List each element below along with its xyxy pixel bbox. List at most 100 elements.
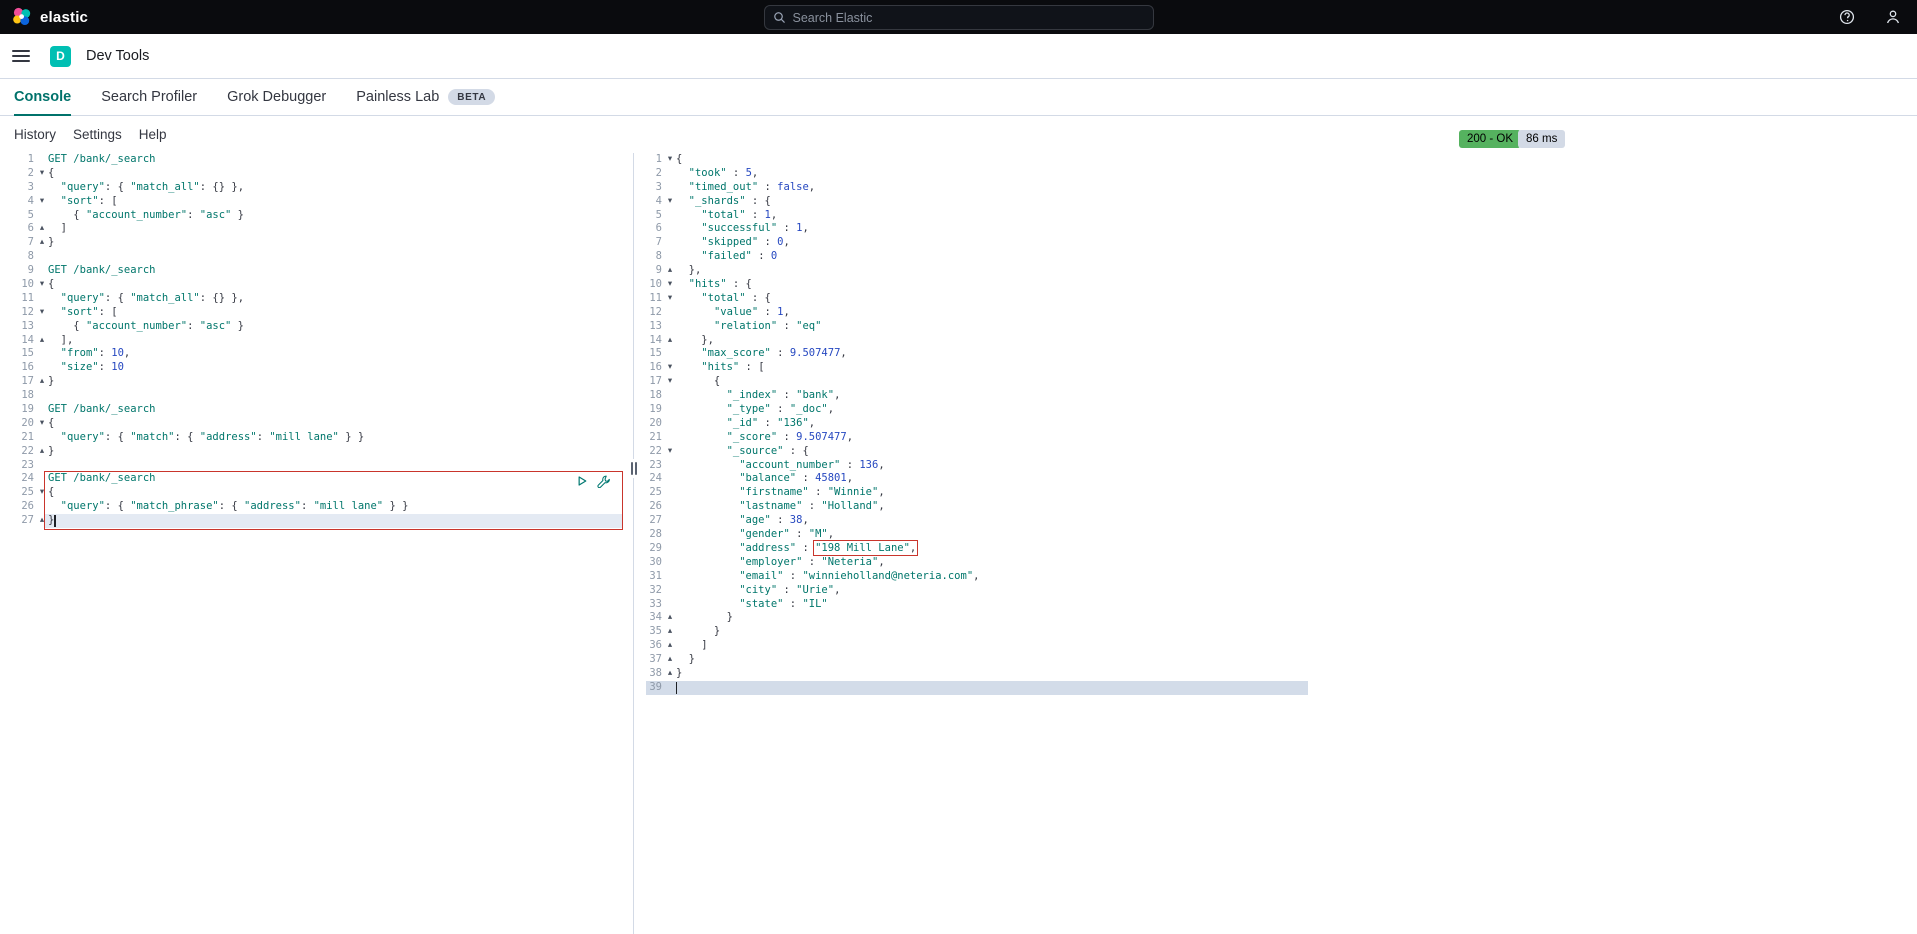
code-text[interactable]: GET /bank/_search [48,264,155,278]
code-line[interactable]: 20 "_id" : "136", [640,417,1340,431]
code-line[interactable]: 11 "query": { "match_all": {} }, [0,292,631,306]
code-line[interactable]: 5 "total" : 1, [640,209,1340,223]
code-line[interactable]: 2 "took" : 5, [640,167,1340,181]
global-search[interactable] [764,5,1154,30]
code-text[interactable]: "total" : { [676,292,771,306]
fold-open-icon[interactable]: ▾ [36,486,48,500]
code-text[interactable]: "employer" : "Neteria", [676,556,885,570]
code-line[interactable]: 25 "firstname" : "Winnie", [640,486,1340,500]
code-text[interactable]: "query": { "match": { "address": "mill l… [48,431,364,445]
code-text[interactable]: { [48,278,54,292]
code-line[interactable]: 2▾{ [0,167,631,181]
code-text[interactable]: "size": 10 [48,361,124,375]
code-line[interactable]: 3 "query": { "match_all": {} }, [0,181,631,195]
code-line[interactable]: 11▾ "total" : { [640,292,1340,306]
code-line[interactable]: 21 "_score" : 9.507477, [640,431,1340,445]
code-line[interactable]: 38▴} [640,667,1340,681]
code-line[interactable]: 12▾ "sort": [ [0,306,631,320]
code-line[interactable]: 4▾ "sort": [ [0,195,631,209]
code-line[interactable]: 17▾ { [640,375,1340,389]
code-line[interactable]: 13 "relation" : "eq" [640,320,1340,334]
code-line[interactable]: 26 "query": { "match_phrase": { "address… [0,500,631,514]
code-text[interactable]: { "account_number": "asc" } [48,320,244,334]
code-text[interactable]: }, [676,334,714,348]
code-text[interactable]: ], [48,334,73,348]
code-line[interactable]: 6 "successful" : 1, [640,222,1340,236]
code-line[interactable]: 18 [0,389,631,403]
fold-close-icon[interactable]: ▴ [664,334,676,348]
fold-open-icon[interactable]: ▾ [664,445,676,459]
code-text[interactable]: } [676,611,733,625]
code-text[interactable]: } [676,667,682,681]
code-text[interactable]: "address" : "198 Mill Lane", [676,542,916,556]
user-menu-icon[interactable] [1885,9,1901,25]
code-line[interactable]: 1▾{ [640,153,1340,167]
code-text[interactable]: GET /bank/_search [48,472,155,486]
code-line[interactable]: 18 "_index" : "bank", [640,389,1340,403]
response-editor[interactable]: 1▾{2 "took" : 5,3 "timed_out" : false,4▾… [640,153,1340,934]
code-text[interactable]: ] [676,639,708,653]
code-text[interactable]: } [676,653,695,667]
code-line[interactable]: 4▾ "_shards" : { [640,195,1340,209]
code-line[interactable]: 26 "lastname" : "Holland", [640,500,1340,514]
code-text[interactable]: "firstname" : "Winnie", [676,486,885,500]
global-search-input[interactable] [793,11,1145,25]
code-line[interactable]: 34▴ } [640,611,1340,625]
code-line[interactable]: 3 "timed_out" : false, [640,181,1340,195]
code-text[interactable]: "successful" : 1, [676,222,809,236]
code-line[interactable]: 17▴} [0,375,631,389]
code-text[interactable]: { [48,417,54,431]
code-text[interactable]: "_shards" : { [676,195,771,209]
code-text[interactable]: "timed_out" : false, [676,181,815,195]
code-text[interactable]: GET /bank/_search [48,403,155,417]
code-text[interactable]: "total" : 1, [676,209,777,223]
fold-close-icon[interactable]: ▴ [664,639,676,653]
code-text[interactable]: { [48,486,54,500]
menu-icon[interactable] [12,47,30,65]
fold-open-icon[interactable]: ▾ [36,195,48,209]
tab-console[interactable]: Console [14,79,71,115]
code-text[interactable]: "email" : "winnieholland@neteria.com", [676,570,979,584]
code-line[interactable]: 23 "account_number" : 136, [640,459,1340,473]
code-line[interactable]: 33 "state" : "IL" [640,598,1340,612]
fold-close-icon[interactable]: ▴ [664,667,676,681]
fold-open-icon[interactable]: ▾ [664,153,676,167]
code-line[interactable]: 37▴ } [640,653,1340,667]
code-line[interactable]: 10▾{ [0,278,631,292]
code-text[interactable]: "sort": [ [48,195,118,209]
fold-close-icon[interactable]: ▴ [664,653,676,667]
code-line[interactable]: 6▴ ] [0,222,631,236]
tab-search-profiler[interactable]: Search Profiler [101,79,197,115]
code-line[interactable]: 10▾ "hits" : { [640,278,1340,292]
code-line[interactable]: 7 "skipped" : 0, [640,236,1340,250]
fold-open-icon[interactable]: ▾ [36,306,48,320]
code-line[interactable]: 8 "failed" : 0 [640,250,1340,264]
code-text[interactable]: "hits" : { [676,278,752,292]
fold-open-icon[interactable]: ▾ [36,167,48,181]
code-line[interactable]: 36▴ ] [640,639,1340,653]
fold-close-icon[interactable]: ▴ [36,236,48,250]
fold-open-icon[interactable]: ▾ [664,292,676,306]
code-text[interactable]: }, [676,264,701,278]
code-line[interactable]: 31 "email" : "winnieholland@neteria.com"… [640,570,1340,584]
code-text[interactable]: "query": { "match_all": {} }, [48,181,244,195]
code-line[interactable]: 16 "size": 10 [0,361,631,375]
settings-button[interactable]: Settings [73,127,122,142]
code-text[interactable]: "lastname" : "Holland", [676,500,885,514]
fold-open-icon[interactable]: ▾ [664,278,676,292]
code-line[interactable]: 15 "from": 10, [0,347,631,361]
fold-close-icon[interactable]: ▴ [664,611,676,625]
fold-open-icon[interactable]: ▾ [36,417,48,431]
code-text[interactable]: "_source" : { [676,445,809,459]
code-line[interactable]: 21 "query": { "match": { "address": "mil… [0,431,631,445]
code-text[interactable]: } [676,625,720,639]
code-text[interactable]: "query": { "match_all": {} }, [48,292,244,306]
fold-close-icon[interactable]: ▴ [36,222,48,236]
code-text[interactable]: "_index" : "bank", [676,389,840,403]
code-line[interactable]: 28 "gender" : "M", [640,528,1340,542]
fold-close-icon[interactable]: ▴ [664,264,676,278]
fold-close-icon[interactable]: ▴ [664,625,676,639]
code-text[interactable]: "max_score" : 9.507477, [676,347,847,361]
code-text[interactable]: "failed" : 0 [676,250,777,264]
code-line[interactable]: 35▴ } [640,625,1340,639]
